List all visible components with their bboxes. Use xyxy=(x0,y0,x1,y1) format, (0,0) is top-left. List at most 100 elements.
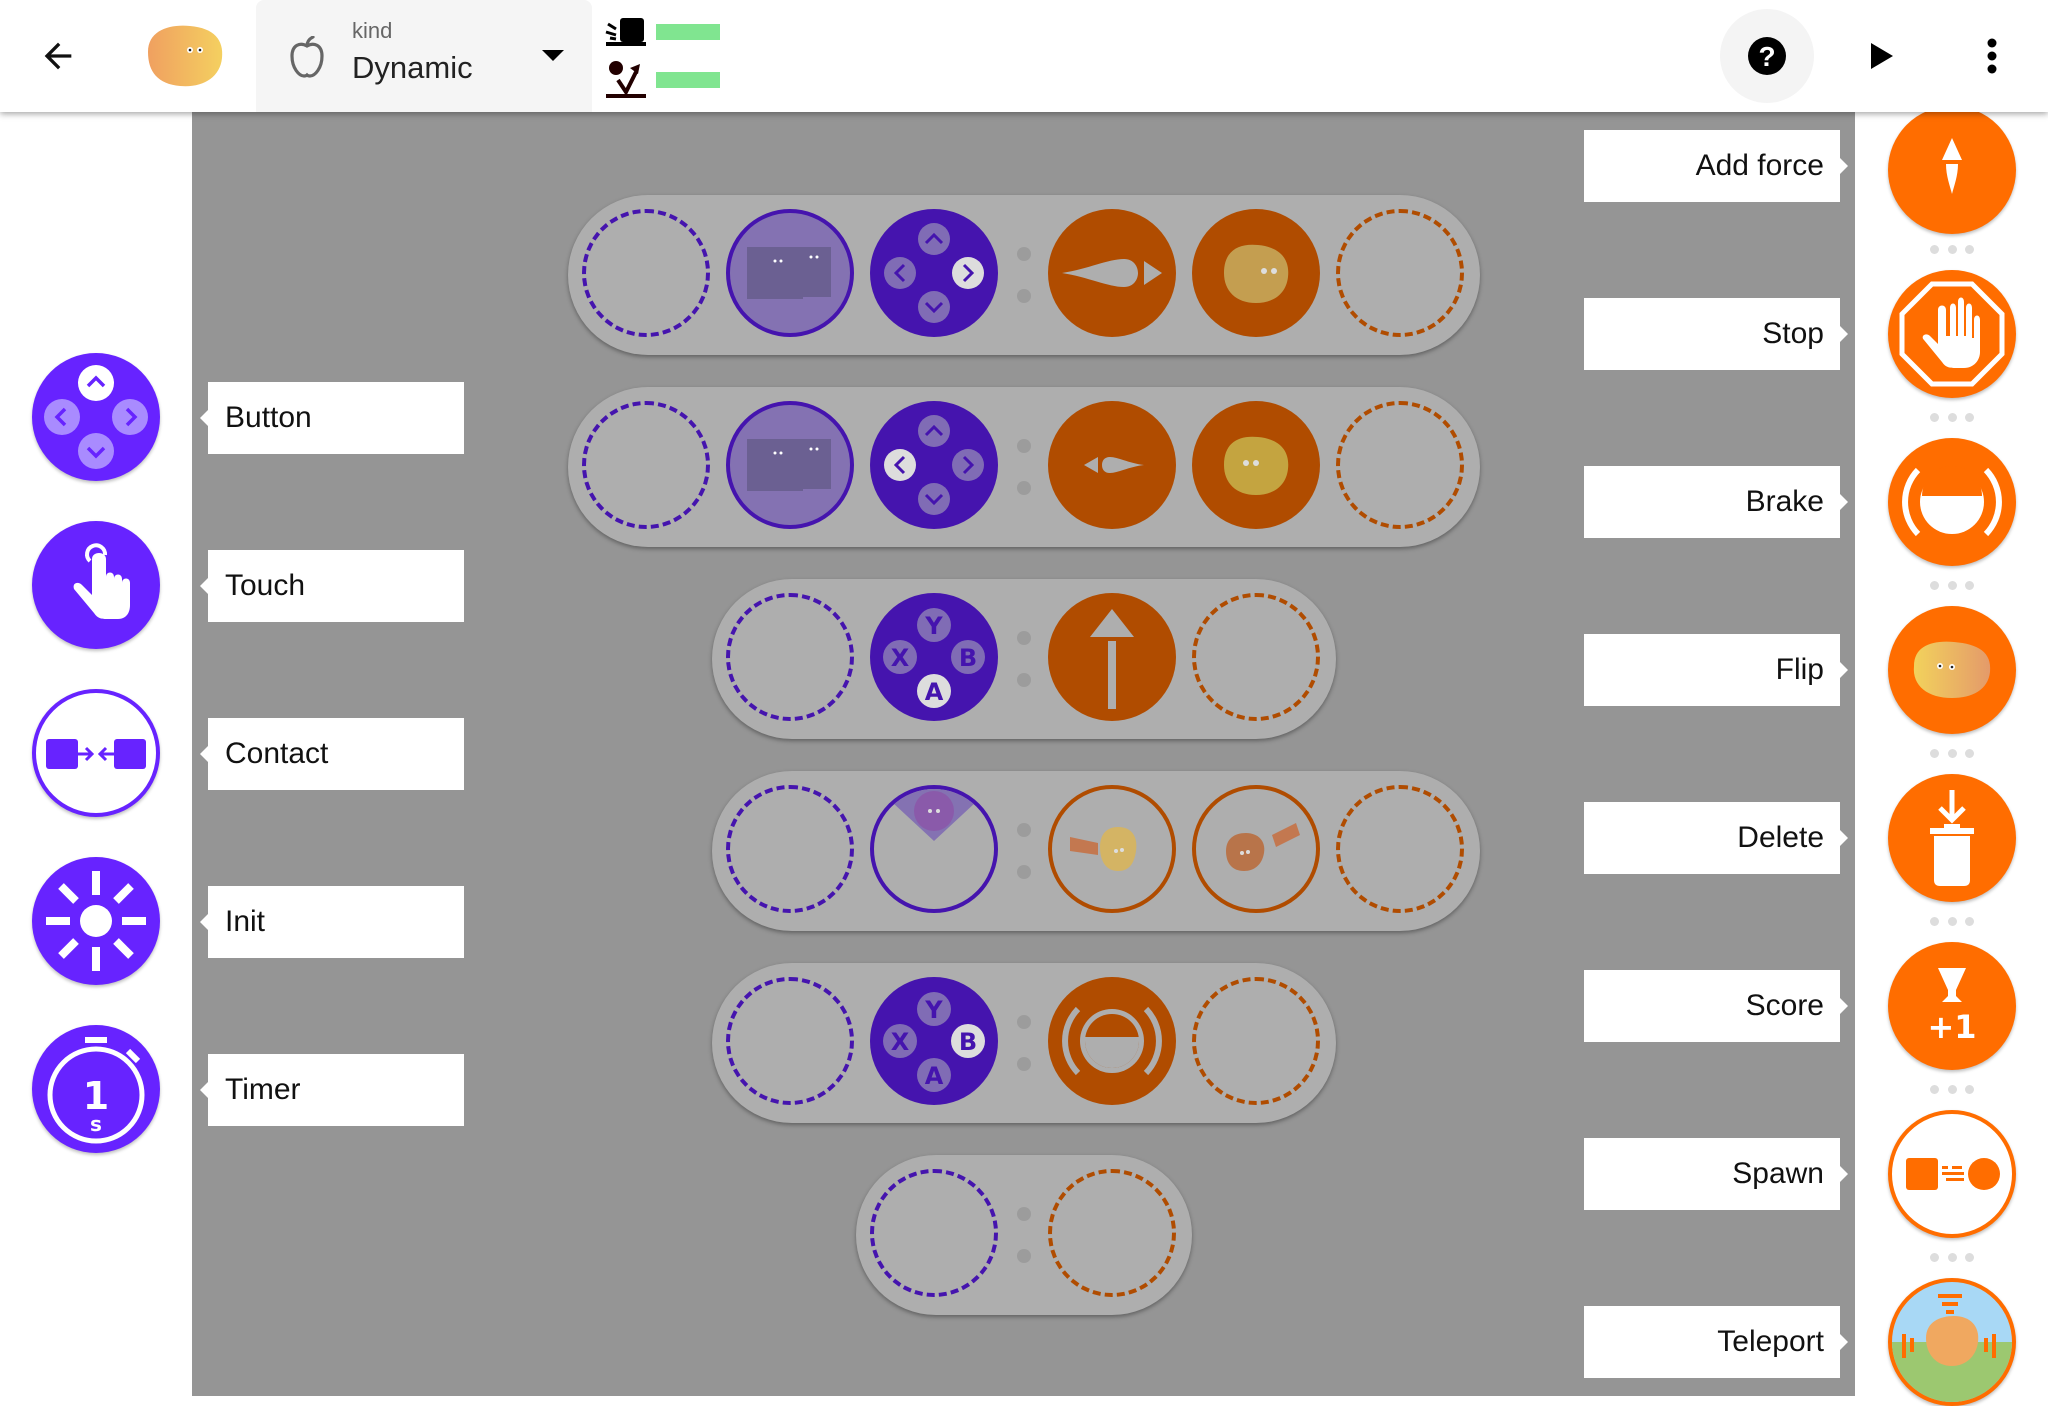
do-force-left-slot[interactable] xyxy=(1048,401,1176,529)
drag-handle[interactable] xyxy=(1930,1253,1974,1263)
contact-arrows-icon xyxy=(46,739,146,769)
dpad-icon xyxy=(44,365,148,469)
when-timer-item[interactable]: 1 s xyxy=(32,1025,160,1153)
when-contact-item[interactable] xyxy=(32,689,160,817)
separator-dot xyxy=(1017,631,1031,645)
tooltip-stop: Stop xyxy=(1584,298,1848,370)
when-touch-item[interactable] xyxy=(32,521,160,649)
tooltip-brake: Brake xyxy=(1584,466,1848,538)
a-label: A xyxy=(925,678,944,706)
play-icon xyxy=(1871,43,1893,69)
tooltip-touch: Touch xyxy=(200,550,464,622)
kind-dropdown[interactable]: kind Dynamic xyxy=(256,0,592,112)
play-button[interactable] xyxy=(1854,28,1910,84)
teleport-icon xyxy=(1892,1294,2012,1402)
rule-row[interactable]: Y X B A xyxy=(712,579,1336,739)
do-teleport-item[interactable] xyxy=(1888,1278,2016,1406)
timer-icon: 1 s xyxy=(47,1037,145,1144)
tooltip-button: Button xyxy=(200,382,464,454)
score-trophy-icon: +1 xyxy=(1927,968,1977,1046)
do-push-potato-left-slot[interactable] xyxy=(1192,785,1320,913)
abxy-a-icon: Y X B A xyxy=(883,608,985,708)
dpad-right-icon xyxy=(884,223,984,323)
a-label: A xyxy=(925,1062,944,1090)
separator-dot xyxy=(1017,247,1031,261)
do-empty-slot[interactable] xyxy=(1192,977,1320,1105)
score-text: +1 xyxy=(1927,1008,1976,1046)
potato-character-icon xyxy=(148,25,223,87)
when-dpad-right-slot[interactable] xyxy=(870,209,998,337)
do-potato-slot[interactable] xyxy=(1192,209,1320,337)
when-init-item[interactable] xyxy=(32,857,160,985)
when-touch-sprite-slot[interactable] xyxy=(726,209,854,337)
dpad-left-icon xyxy=(884,415,984,515)
do-spawn-item[interactable] xyxy=(1888,1110,2016,1238)
do-delete-item[interactable] xyxy=(1888,774,2016,902)
do-empty-slot[interactable] xyxy=(1336,209,1464,337)
do-empty-slot[interactable] xyxy=(1336,401,1464,529)
rule-row[interactable] xyxy=(712,771,1480,931)
do-push-potato-right-slot[interactable] xyxy=(1048,785,1176,913)
do-empty-slot[interactable] xyxy=(1336,785,1464,913)
drag-handle[interactable] xyxy=(1930,581,1974,591)
do-potato-slot[interactable] xyxy=(1192,401,1320,529)
more-options-button[interactable] xyxy=(1964,28,2020,84)
when-empty-slot[interactable] xyxy=(582,401,710,529)
tooltip-delete: Delete xyxy=(1584,802,1848,874)
more-vert-icon xyxy=(1987,38,1997,74)
do-brake-slot[interactable] xyxy=(1048,977,1176,1105)
force-right-icon xyxy=(1062,259,1162,287)
force-up-icon xyxy=(1090,609,1134,709)
do-empty-slot[interactable] xyxy=(1192,593,1320,721)
when-empty-slot[interactable] xyxy=(870,1169,998,1297)
tooltip-timer: Timer xyxy=(200,1054,464,1126)
rule-row[interactable] xyxy=(568,387,1480,547)
do-stop-item[interactable] xyxy=(1888,270,2016,398)
when-touch-sprite-slot[interactable] xyxy=(726,401,854,529)
brake-icon xyxy=(1902,466,2002,537)
do-brake-item[interactable] xyxy=(1888,438,2016,566)
do-empty-slot[interactable] xyxy=(1048,1169,1176,1297)
drag-handle[interactable] xyxy=(1930,749,1974,759)
drag-handle[interactable] xyxy=(1930,245,1974,255)
when-abxy-a-slot[interactable]: Y X B A xyxy=(870,593,998,721)
apple-outline-icon xyxy=(290,36,324,78)
when-abxy-b-slot[interactable]: Y X B A xyxy=(870,977,998,1105)
y-label: Y xyxy=(924,996,943,1024)
when-contact-top-slot[interactable] xyxy=(870,785,998,913)
rule-row[interactable]: Y X B A xyxy=(712,963,1336,1123)
rule-row[interactable] xyxy=(568,195,1480,355)
tooltip-score: Score xyxy=(1584,970,1848,1042)
do-add-force-item[interactable] xyxy=(1888,106,2016,234)
help-button[interactable]: ? xyxy=(1720,9,1814,103)
do-force-up-slot[interactable] xyxy=(1048,593,1176,721)
when-empty-slot[interactable] xyxy=(582,209,710,337)
back-button[interactable] xyxy=(30,28,86,84)
spawn-icon xyxy=(1906,1158,2000,1190)
when-empty-slot[interactable] xyxy=(726,785,854,913)
do-force-right-slot[interactable] xyxy=(1048,209,1176,337)
drag-handle[interactable] xyxy=(1930,917,1974,927)
abxy-b-icon: Y X B A xyxy=(883,992,985,1092)
b-label: B xyxy=(959,1028,977,1056)
drag-handle[interactable] xyxy=(1930,413,1974,423)
separator-dot xyxy=(1017,439,1031,453)
stop-hand-icon xyxy=(1899,281,2005,387)
when-empty-slot[interactable] xyxy=(726,977,854,1105)
separator-dot xyxy=(1017,481,1031,495)
help-circle-icon: ? xyxy=(1748,37,1786,75)
drag-handle[interactable] xyxy=(1930,1085,1974,1095)
sprite-boxes-icon xyxy=(747,439,831,491)
tooltip-contact: Contact xyxy=(200,718,464,790)
separator-dot xyxy=(1017,289,1031,303)
rule-row[interactable] xyxy=(856,1155,1192,1315)
push-potato-right-icon xyxy=(1070,827,1137,871)
kind-value: Dynamic xyxy=(352,50,473,85)
when-dpad-left-slot[interactable] xyxy=(870,401,998,529)
do-flip-item[interactable] xyxy=(1888,606,2016,734)
when-empty-slot[interactable] xyxy=(726,593,854,721)
do-score-item[interactable]: +1 xyxy=(1888,942,2016,1070)
when-button-item[interactable] xyxy=(32,353,160,481)
potato-icon xyxy=(1224,244,1289,303)
character-avatar[interactable] xyxy=(140,22,228,90)
